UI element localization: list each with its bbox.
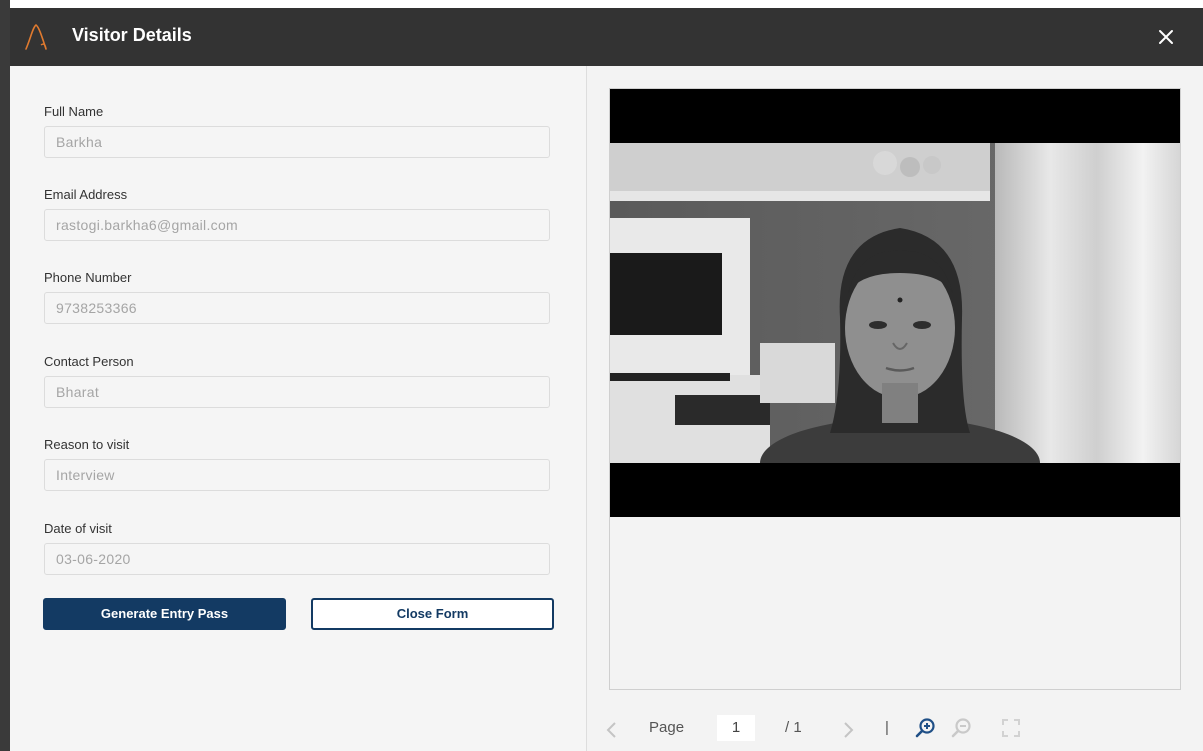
dialog-titlebar: Visitor Details <box>10 8 1203 66</box>
window-top-edge <box>0 0 1203 8</box>
document-page <box>609 88 1181 690</box>
dialog-title: Visitor Details <box>72 25 192 45</box>
date-field[interactable]: 03-06-2020 <box>44 543 550 575</box>
toolbar-separator: | <box>885 719 889 736</box>
contact-person-field[interactable]: Bharat <box>44 376 550 408</box>
fullscreen-icon[interactable] <box>1001 718 1021 738</box>
reason-label: Reason to visit <box>44 437 130 452</box>
close-form-button[interactable]: Close Form <box>311 598 554 630</box>
phone-label: Phone Number <box>44 270 132 285</box>
page-label: Page <box>649 719 685 736</box>
next-page-icon[interactable] <box>843 721 855 739</box>
close-icon[interactable] <box>1157 28 1175 46</box>
contact-person-label: Contact Person <box>44 354 134 369</box>
phone-field[interactable]: 9738253366 <box>44 292 550 324</box>
current-page-input[interactable]: 1 <box>717 715 755 741</box>
visitor-form-panel: Full Name Barkha Email Address rastogi.b… <box>10 66 587 751</box>
email-field[interactable]: rastogi.barkha6@gmail.com <box>44 209 550 241</box>
date-label: Date of visit <box>44 521 112 536</box>
full-name-label: Full Name <box>44 104 104 119</box>
prev-page-icon[interactable] <box>605 721 617 739</box>
visitor-photo <box>610 143 1180 463</box>
zoom-out-icon[interactable] <box>951 717 973 739</box>
visitor-photo-frame <box>610 89 1180 517</box>
app-logo-icon <box>25 24 47 50</box>
document-viewer-panel: Page 1 / 1 | <box>587 66 1203 751</box>
full-name-field[interactable]: Barkha <box>44 126 550 158</box>
email-label: Email Address <box>44 187 128 202</box>
viewer-toolbar: Page 1 / 1 | <box>587 709 1203 751</box>
total-pages: / 1 <box>785 719 802 736</box>
zoom-in-icon[interactable] <box>915 717 937 739</box>
generate-entry-pass-button[interactable]: Generate Entry Pass <box>43 598 286 630</box>
window-left-edge <box>0 0 10 751</box>
reason-field[interactable]: Interview <box>44 459 550 491</box>
